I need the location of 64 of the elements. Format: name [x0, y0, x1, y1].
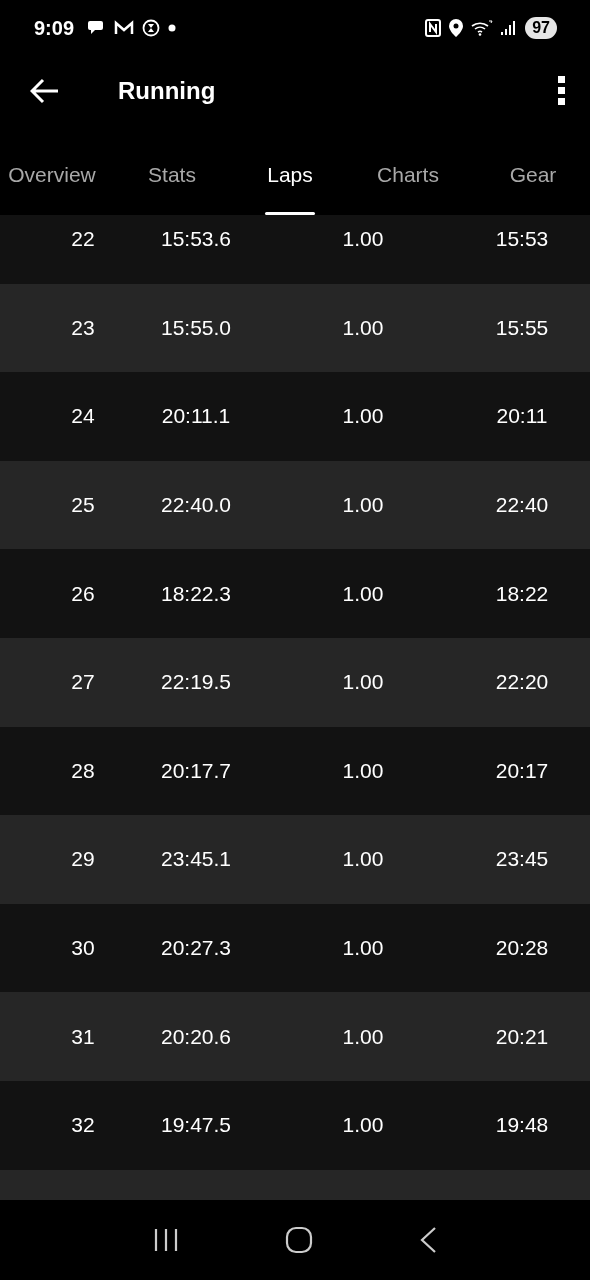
- back-arrow-icon[interactable]: [30, 78, 60, 104]
- battery-level: 97: [525, 17, 557, 39]
- lap-time: 20:20.6: [159, 1024, 233, 1049]
- lap-number: 24: [70, 404, 96, 429]
- lap-distance: 1.00: [341, 581, 385, 606]
- recent-apps-icon[interactable]: [153, 1228, 179, 1252]
- lap-pace: 20:28: [494, 936, 550, 961]
- lap-number: 27: [70, 670, 96, 695]
- signal-icon: [501, 20, 518, 36]
- lap-distance: 1.00: [341, 936, 385, 961]
- lap-time: 19:47.5: [159, 1113, 233, 1138]
- lap-distance: 1.00: [341, 1024, 385, 1049]
- lap-time: 20:11.1: [160, 404, 232, 429]
- lap-pace: 19:48: [494, 1113, 550, 1138]
- lap-time: 22:40.0: [159, 493, 233, 518]
- lap-distance: 1.00: [341, 227, 385, 252]
- lap-pace: 18:22: [494, 581, 550, 606]
- more-menu-icon[interactable]: [558, 76, 566, 106]
- status-time: 9:09: [34, 16, 75, 40]
- lap-distance: 1.00: [341, 1113, 385, 1138]
- lap-time: 20:17.7: [159, 758, 233, 783]
- screen-title: Running: [118, 77, 217, 105]
- lap-number: 28: [70, 758, 96, 783]
- lap-pace: 15:55: [494, 315, 550, 340]
- tab[interactable]: Laps: [240, 157, 340, 215]
- lap-pace: 20:21: [494, 1024, 550, 1049]
- lap-number: 29: [70, 847, 96, 872]
- back-icon[interactable]: [419, 1226, 437, 1254]
- lap-time: 20:27.3: [159, 936, 233, 961]
- lap-number: 22: [70, 227, 96, 252]
- nfc-icon: [425, 19, 442, 37]
- lap-number: 31: [70, 1024, 96, 1049]
- lap-distance: 1.00: [341, 404, 385, 429]
- tab[interactable]: Overview: [0, 157, 104, 215]
- lap-pace: 23:45: [494, 847, 550, 872]
- lap-number: 26: [70, 581, 96, 606]
- lap-distance: 1.00: [341, 758, 385, 783]
- lap-pace: 15:53: [494, 227, 550, 252]
- location-icon: [449, 19, 464, 37]
- lap-number: 23: [70, 315, 96, 340]
- lap-time: 15:53.6: [159, 227, 233, 252]
- lap-number: 32: [70, 1113, 96, 1138]
- tab[interactable]: Charts: [340, 157, 476, 215]
- lap-pace: 22:40: [494, 493, 550, 518]
- lap-number: 30: [70, 936, 96, 961]
- lap-distance: 1.00: [341, 493, 385, 518]
- home-icon[interactable]: [285, 1226, 313, 1254]
- lap-number: 25: [70, 493, 96, 518]
- lap-pace: 20:17: [494, 758, 550, 783]
- lap-pace: 20:11: [495, 404, 549, 429]
- lap-distance: 1.00: [341, 670, 385, 695]
- dot-icon: [168, 24, 177, 32]
- tab[interactable]: Gear: [476, 157, 590, 215]
- wifi-icon: [471, 20, 494, 36]
- tab[interactable]: Stats: [104, 157, 240, 215]
- timer-icon: [142, 19, 161, 37]
- lap-distance: 1.00: [341, 847, 385, 872]
- lap-time: 18:22.3: [159, 581, 233, 606]
- lap-time: 15:55.0: [159, 315, 233, 340]
- lap-distance: 1.00: [341, 315, 385, 340]
- lap-pace: 22:20: [494, 670, 550, 695]
- lap-time: 23:45.1: [159, 847, 233, 872]
- mail-icon: [114, 20, 135, 36]
- lap-time: 22:19.5: [159, 670, 233, 695]
